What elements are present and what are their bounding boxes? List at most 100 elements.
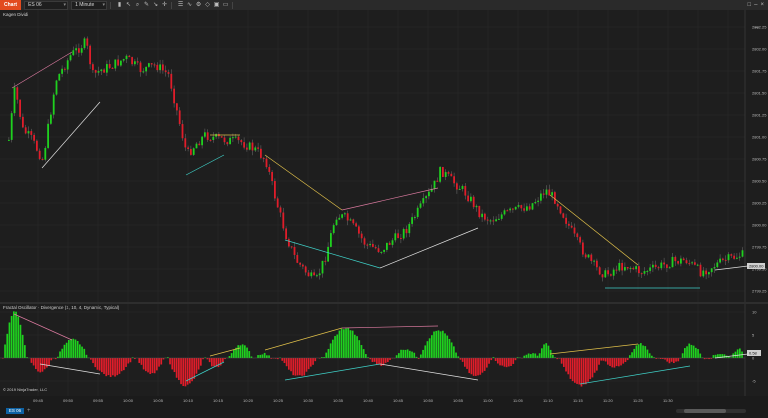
- oscillator-bar: [585, 358, 587, 385]
- oscillator-bar: [39, 358, 42, 373]
- candle-body: [145, 66, 147, 72]
- price-panel[interactable]: Kagen Dividi → 2802.25 2802.00 2801.75 2801…: [0, 10, 768, 302]
- scrollbar-thumb[interactable]: [684, 409, 726, 413]
- candle-body: [58, 73, 61, 81]
- oscillator-bar: [457, 356, 460, 358]
- add-tab-button[interactable]: +: [27, 408, 33, 414]
- oscillator-bar: [739, 348, 741, 358]
- oscillator-bar: [237, 345, 240, 358]
- oscillator-bar: [217, 358, 220, 368]
- oscillator-bar: [351, 330, 354, 358]
- candle-body: [206, 132, 209, 140]
- candle-body: [251, 142, 254, 151]
- chart-trader-icon[interactable]: ▮: [116, 2, 123, 9]
- oscillator-bar: [228, 356, 231, 358]
- time-tick-label: 10:00: [123, 398, 134, 403]
- candle-body: [285, 228, 287, 240]
- strategies-icon[interactable]: ⚙: [195, 2, 202, 9]
- candle-body: [640, 273, 643, 275]
- oscillator-bar: [213, 358, 215, 367]
- chart-tab-bottom[interactable]: ES 06: [6, 408, 24, 414]
- candle-body: [442, 166, 444, 177]
- oscillator-bar: [604, 358, 607, 362]
- candle-body: [176, 103, 178, 111]
- candle-body: [590, 254, 593, 262]
- oscillator-bar: [116, 358, 119, 376]
- oscillator-bar: [244, 345, 246, 358]
- oscillator-bar: [611, 358, 614, 368]
- oscillator-bar: [574, 358, 576, 383]
- oscillator-bar: [734, 351, 737, 358]
- candle-body: [114, 59, 117, 69]
- lock-icon[interactable]: ▣: [213, 2, 220, 9]
- oscillator-bar: [569, 358, 572, 379]
- oscillator-bar: [510, 358, 512, 366]
- window-controls: □ – ×: [748, 1, 764, 9]
- candle-body: [192, 148, 195, 155]
- oscillator-bar: [50, 358, 53, 361]
- crosshair-icon[interactable]: ✛: [161, 2, 168, 9]
- candle-body: [733, 255, 735, 259]
- oscillator-bar: [180, 358, 182, 385]
- oscillator-bar: [149, 358, 152, 374]
- oscillator-bar: [153, 358, 156, 374]
- maximize-icon[interactable]: □: [748, 1, 752, 9]
- oscillator-bar: [622, 358, 625, 364]
- candle-body: [548, 189, 551, 196]
- candle-body: [344, 213, 346, 215]
- cursor-icon[interactable]: ↖: [125, 2, 132, 9]
- oscillator-bar: [94, 358, 97, 368]
- candle-body: [122, 59, 125, 61]
- oscillator-bar: [494, 358, 497, 362]
- oscillator-bar: [120, 358, 123, 372]
- candle-body: [10, 113, 13, 140]
- oscillator-bar: [633, 348, 636, 358]
- candle-body: [506, 210, 509, 212]
- time-tick-label: 10:50: [423, 398, 434, 403]
- zoom-icon[interactable]: ⌕: [134, 2, 141, 9]
- indicators-icon[interactable]: ∿: [186, 2, 193, 9]
- oscillator-bar: [156, 358, 158, 371]
- divergence-line: [264, 154, 343, 211]
- candle-body: [66, 60, 69, 70]
- oscillator-bar: [681, 353, 684, 358]
- candle-body: [131, 57, 133, 65]
- time-axis[interactable]: 09:45 09:50 09:55 10:00 10:05 10:10 10:15 10:20…: [0, 396, 768, 406]
- candle-body: [226, 142, 229, 145]
- horizontal-scrollbar[interactable]: [676, 409, 746, 413]
- properties-icon[interactable]: ☰: [177, 2, 184, 9]
- close-icon[interactable]: ×: [760, 1, 764, 9]
- oscillator-bar: [534, 353, 537, 358]
- oscillator-bar: [15, 311, 17, 358]
- candle-body: [52, 94, 55, 115]
- oscillator-bar: [670, 358, 673, 362]
- divergence-line: [185, 154, 225, 176]
- window-icon[interactable]: ▭: [222, 2, 229, 9]
- chevron-down-icon: ▾: [63, 1, 67, 8]
- candle-body: [470, 196, 472, 202]
- instrument-selector[interactable]: ES 06 ▾: [24, 0, 69, 10]
- candle-body: [162, 64, 164, 71]
- oscillator-bar: [380, 358, 383, 367]
- oscillator-panel[interactable]: Fractal Oscillator · Divergence (1, 10, …: [0, 304, 768, 396]
- candle-body: [83, 38, 86, 49]
- oscillator-bar: [483, 358, 486, 371]
- drawing-icon[interactable]: ◇: [204, 2, 211, 9]
- oscillator-bar: [736, 349, 739, 358]
- oscillator-bar: [466, 358, 468, 369]
- candle-body: [562, 213, 565, 218]
- oscillator-bar: [92, 358, 94, 364]
- arrow-tool-icon[interactable]: ↘: [152, 2, 159, 9]
- chart-tab[interactable]: Chart: [0, 0, 22, 10]
- oscillator-bar: [450, 342, 453, 358]
- interval-selector[interactable]: 1 Minute ▾: [71, 0, 108, 10]
- candle-body: [657, 267, 660, 269]
- pencil-icon[interactable]: ✎: [143, 2, 150, 9]
- minimize-icon[interactable]: –: [754, 1, 757, 9]
- oscillator-bar: [598, 358, 600, 365]
- candle-body: [405, 228, 408, 234]
- oscillator-bar: [389, 358, 391, 360]
- oscillator-bar: [219, 358, 222, 366]
- candle-body: [615, 269, 618, 271]
- candle-body: [243, 142, 245, 148]
